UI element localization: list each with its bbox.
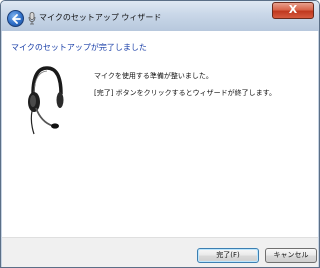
close-button[interactable]: X xyxy=(272,2,314,19)
page-heading: マイクのセットアップが完了しました xyxy=(11,43,147,52)
ready-message: マイクを使用する準備が整いました。 xyxy=(94,72,213,80)
back-arrow-icon xyxy=(12,14,21,24)
headset-icon xyxy=(28,66,64,135)
microphone-icon xyxy=(28,12,36,25)
wizard-window: X マイクのセットアップ ウィザード マイクのセットアップが完了しました マイク… xyxy=(0,0,320,268)
window-title: マイクのセットアップ ウィザード xyxy=(39,13,162,22)
cancel-button[interactable]: キャンセル xyxy=(265,248,317,263)
finish-button[interactable]: 完了(F) xyxy=(197,248,259,263)
title-bar[interactable]: X マイクのセットアップ ウィザード xyxy=(1,1,319,31)
button-bar: 完了(F) キャンセル xyxy=(2,237,318,267)
wizard-content: マイクのセットアップが完了しました マイクを使用する準備が整いました。 [完了]… xyxy=(2,31,318,237)
back-button[interactable] xyxy=(7,10,24,27)
finish-instruction: [完了] ボタンをクリックするとウィザードが終了します。 xyxy=(94,89,276,97)
